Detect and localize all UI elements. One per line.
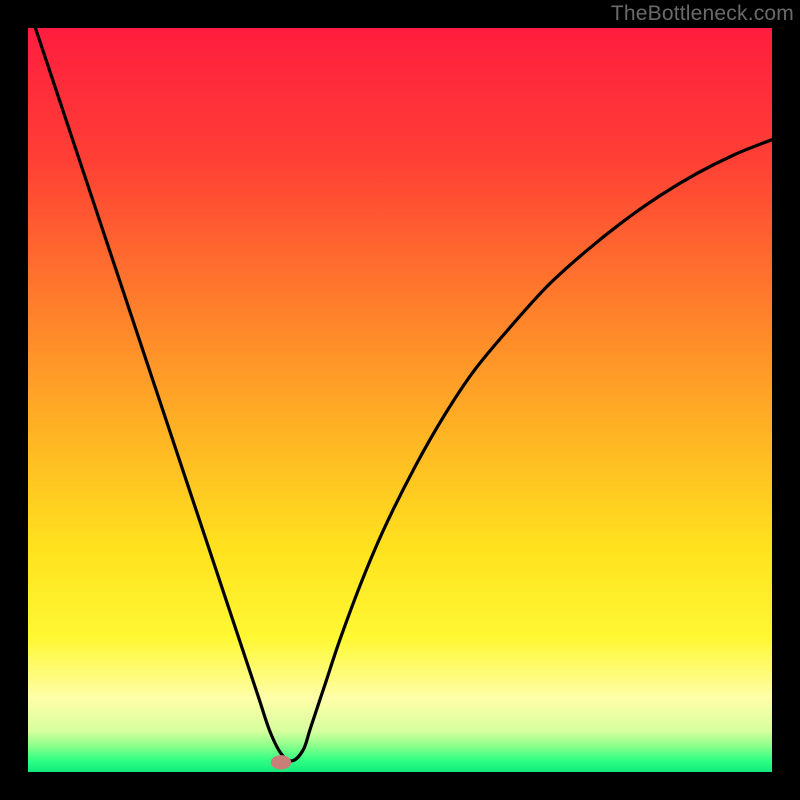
plot-area	[28, 28, 772, 772]
min-marker	[271, 756, 290, 769]
plot-svg	[28, 28, 772, 772]
chart-frame: TheBottleneck.com	[0, 0, 800, 800]
attribution-text: TheBottleneck.com	[611, 2, 794, 26]
gradient-background	[28, 28, 772, 772]
